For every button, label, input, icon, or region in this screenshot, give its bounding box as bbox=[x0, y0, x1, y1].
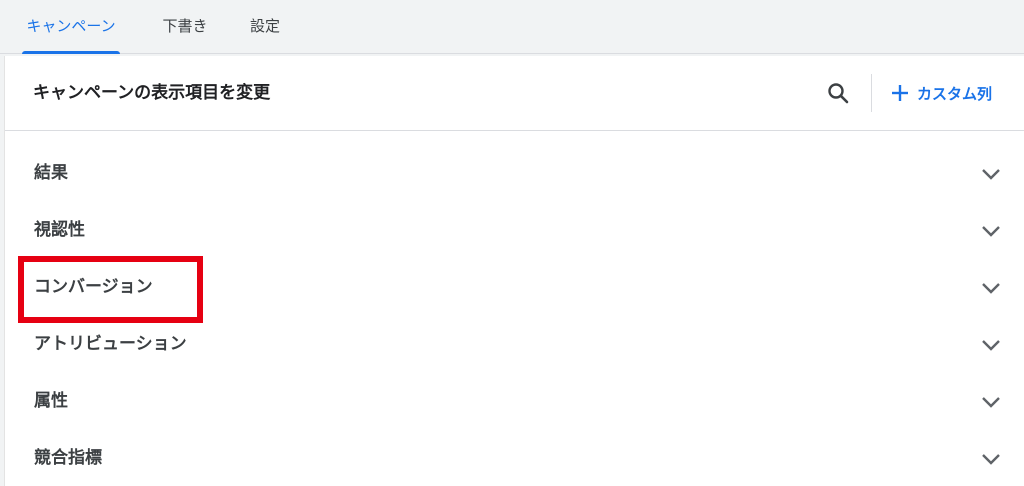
custom-column-button[interactable]: カスタム列 bbox=[891, 78, 992, 108]
chevron-down-icon bbox=[982, 169, 1000, 180]
category-label: 視認性 bbox=[34, 220, 85, 240]
category-label: 属性 bbox=[34, 391, 68, 411]
chevron-down-icon bbox=[982, 397, 1000, 408]
tab-campaigns[interactable]: キャンペーン bbox=[22, 0, 120, 54]
category-row-attribution[interactable]: アトリビューション bbox=[5, 315, 1024, 372]
search-button[interactable] bbox=[823, 78, 853, 108]
column-panel: キャンペーンの表示項目を変更 カスタム列 結果 視認性 コンバージョン アトリビ… bbox=[4, 56, 1024, 486]
panel-header: キャンペーンの表示項目を変更 カスタム列 bbox=[5, 56, 1024, 131]
chevron-down-icon bbox=[982, 340, 1000, 351]
chevron-down-icon bbox=[982, 283, 1000, 294]
chevron-down-icon bbox=[982, 454, 1000, 465]
chevron-down-icon bbox=[982, 226, 1000, 237]
tab-drafts[interactable]: 下書き bbox=[156, 0, 214, 54]
panel-title: キャンペーンの表示項目を変更 bbox=[33, 83, 271, 103]
custom-column-label: カスタム列 bbox=[917, 84, 993, 103]
plus-icon bbox=[892, 85, 908, 101]
tab-settings[interactable]: 設定 bbox=[246, 0, 284, 54]
category-row-competitive-metrics[interactable]: 競合指標 bbox=[5, 429, 1024, 486]
category-label: アトリビューション bbox=[34, 334, 187, 354]
category-label: 結果 bbox=[34, 163, 68, 183]
category-row-attributes[interactable]: 属性 bbox=[5, 372, 1024, 429]
category-row-viewability[interactable]: 視認性 bbox=[5, 201, 1024, 258]
category-row-results[interactable]: 結果 bbox=[5, 144, 1024, 201]
category-row-conversions[interactable]: コンバージョン bbox=[5, 258, 1024, 315]
category-label: 競合指標 bbox=[34, 448, 102, 468]
category-label: コンバージョン bbox=[34, 277, 153, 297]
tab-bar: キャンペーン 下書き 設定 bbox=[0, 0, 1024, 54]
search-icon bbox=[828, 83, 849, 104]
header-divider bbox=[871, 74, 872, 112]
column-category-list: 結果 視認性 コンバージョン アトリビューション 属性 競合指標 bbox=[5, 144, 1024, 486]
